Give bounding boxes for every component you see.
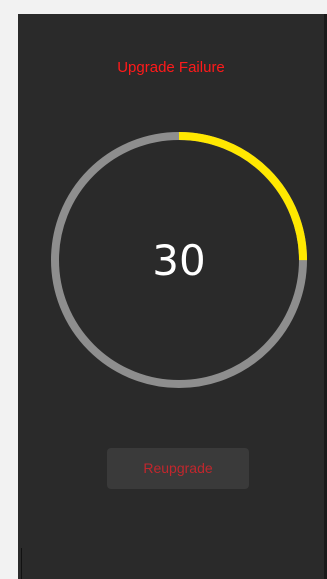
- upgrade-screen: Upgrade Failure 30 Reupgrade: [18, 14, 324, 579]
- edge-line: [21, 548, 22, 579]
- countdown-value: 30: [152, 236, 206, 285]
- countdown-ring: 30: [48, 129, 310, 391]
- reupgrade-button[interactable]: Reupgrade: [107, 448, 249, 489]
- upgrade-status-title: Upgrade Failure: [117, 59, 225, 76]
